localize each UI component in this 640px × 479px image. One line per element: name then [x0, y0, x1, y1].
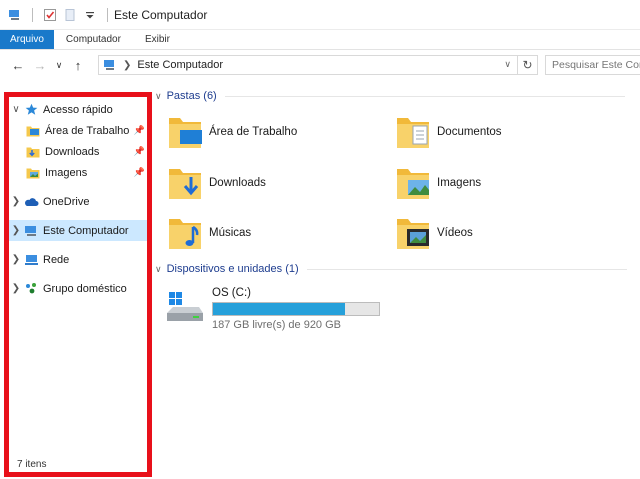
music-folder-icon — [167, 213, 203, 253]
customize-toolbar-icon[interactable] — [83, 8, 97, 22]
computer-icon — [103, 59, 117, 71]
ribbon-tabs: Arquivo Computador Exibir — [0, 30, 640, 50]
folder-tile-area-de-trabalho[interactable]: Área de Trabalho — [167, 110, 387, 154]
forward-arrow-icon[interactable]: → — [32, 57, 48, 73]
downloads-folder-icon — [167, 163, 203, 203]
pictures-folder-icon — [25, 166, 41, 180]
nav-item-label: OneDrive — [43, 195, 90, 208]
network-icon — [23, 253, 39, 267]
divider — [224, 95, 625, 97]
desktop-folder-icon — [167, 112, 203, 152]
folder-label: Imagens — [437, 177, 482, 189]
up-arrow-icon[interactable]: ↑ — [70, 57, 86, 73]
window-title: Este Computador — [114, 7, 208, 22]
pictures-folder-icon — [395, 163, 431, 203]
nav-item-downloads[interactable]: Downloads 📌 — [9, 141, 147, 162]
folder-label: Área de Trabalho — [209, 126, 298, 138]
refresh-icon[interactable]: ↻ — [518, 55, 538, 75]
drive-name: OS (C:) — [212, 287, 251, 299]
desktop-folder-icon — [25, 124, 41, 138]
nav-item-rede[interactable]: ❯ Rede — [9, 249, 147, 270]
address-bar[interactable]: ❯ Este Computador ∨ — [98, 55, 518, 75]
recent-locations-chevron-icon[interactable]: ∨ — [54, 57, 64, 73]
nav-item-este-computador[interactable]: ❯ Este Computador — [9, 220, 147, 241]
devices-group-header[interactable]: ∨ Dispositivos e unidades (1) — [155, 263, 627, 275]
folder-tile-imagens[interactable]: Imagens — [395, 161, 615, 205]
nav-item-label: Imagens — [45, 166, 88, 179]
back-arrow-icon[interactable]: ← — [10, 57, 26, 73]
computer-icon — [23, 224, 39, 238]
cloud-icon — [23, 195, 39, 209]
homegroup-icon — [23, 282, 39, 296]
drive-free-space: 187 GB livre(s) de 920 GB — [212, 319, 342, 331]
content-pane: ∨ Pastas (6) Área de Trabalho Documentos… — [155, 80, 640, 479]
properties-icon[interactable] — [43, 8, 57, 22]
collapsed-chevron-icon[interactable]: ❯ — [9, 254, 23, 265]
folder-label: Vídeos — [437, 227, 473, 239]
tab-computador[interactable]: Computador — [54, 30, 133, 49]
hard-drive-icon — [165, 291, 205, 327]
nav-item-acesso-rapido[interactable]: ∨ Acesso rápido — [9, 99, 147, 120]
nav-item-label: Downloads — [45, 145, 100, 158]
search-input[interactable] — [545, 55, 640, 75]
collapsed-chevron-icon[interactable]: ❯ — [9, 196, 23, 207]
folders-header-label: Pastas (6) — [166, 90, 217, 102]
expanded-chevron-icon[interactable]: ∨ — [9, 104, 23, 115]
drive-usage-bar — [212, 302, 380, 316]
videos-folder-icon — [395, 213, 431, 253]
nav-item-label: Acesso rápido — [43, 103, 113, 116]
tab-exibir[interactable]: Exibir — [133, 30, 182, 49]
star-icon — [23, 103, 39, 117]
folder-tile-musicas[interactable]: Músicas — [167, 211, 387, 255]
folder-tile-documentos[interactable]: Documentos — [395, 110, 615, 154]
new-folder-icon[interactable] — [63, 8, 77, 22]
expanded-chevron-icon[interactable]: ∨ — [155, 91, 162, 102]
divider — [306, 268, 627, 270]
folder-tile-videos[interactable]: Vídeos — [395, 211, 615, 255]
divider — [32, 7, 33, 22]
nav-item-label: Grupo doméstico — [43, 282, 127, 295]
status-item-count: 7 itens — [17, 459, 47, 470]
pin-icon[interactable]: 📌 — [134, 146, 145, 157]
address-dropdown-icon[interactable]: ∨ — [504, 59, 511, 70]
breadcrumb[interactable]: Este Computador — [137, 59, 223, 71]
nav-item-onedrive[interactable]: ❯ OneDrive — [9, 191, 147, 212]
quick-access-toolbar — [8, 7, 112, 22]
pin-icon[interactable]: 📌 — [134, 167, 145, 178]
nav-item-area-de-trabalho[interactable]: Área de Trabalho 📌 — [9, 120, 147, 141]
pin-icon[interactable]: 📌 — [134, 125, 145, 136]
expanded-chevron-icon[interactable]: ∨ — [155, 264, 162, 275]
breadcrumb-separator-icon[interactable]: ❯ — [123, 60, 131, 71]
folder-label: Músicas — [209, 227, 252, 239]
nav-item-imagens[interactable]: Imagens 📌 — [9, 162, 147, 183]
drive-tile-os-c[interactable]: OS (C:) 187 GB livre(s) de 920 GB — [163, 285, 403, 331]
folder-label: Documentos — [437, 126, 502, 138]
folders-group-header[interactable]: ∨ Pastas (6) — [155, 90, 625, 102]
nav-item-label: Rede — [43, 253, 70, 266]
title-bar: Este Computador — [0, 0, 640, 30]
devices-header-label: Dispositivos e unidades (1) — [166, 263, 299, 275]
address-row: ← → ∨ ↑ ❯ Este Computador ∨ ↻ — [0, 50, 640, 80]
computer-icon[interactable] — [8, 8, 22, 22]
tab-arquivo[interactable]: Arquivo — [0, 30, 54, 49]
nav-item-grupo-domestico[interactable]: ❯ Grupo doméstico — [9, 278, 147, 299]
collapsed-chevron-icon[interactable]: ❯ — [9, 283, 23, 294]
nav-item-label: Este Computador — [43, 224, 129, 237]
folder-label: Downloads — [209, 177, 266, 189]
folder-tile-downloads[interactable]: Downloads — [167, 161, 387, 205]
divider — [107, 7, 108, 22]
drive-usage-fill — [213, 303, 346, 315]
documents-folder-icon — [395, 112, 431, 152]
downloads-folder-icon — [25, 145, 41, 159]
navigation-pane: ∨ Acesso rápido Área de Trabalho 📌 Downl… — [4, 92, 152, 477]
collapsed-chevron-icon[interactable]: ❯ — [9, 225, 23, 236]
nav-item-label: Área de Trabalho — [45, 124, 130, 137]
